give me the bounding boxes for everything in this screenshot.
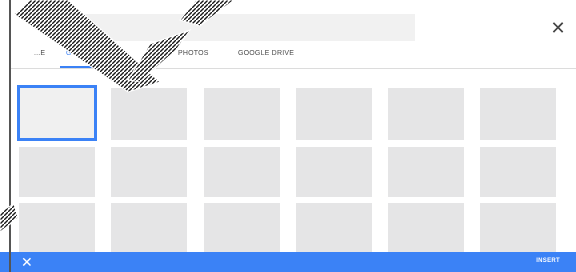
image-tile[interactable] <box>480 147 556 197</box>
image-tile[interactable] <box>19 147 95 197</box>
image-tile[interactable] <box>204 147 280 197</box>
image-tile[interactable] <box>111 147 187 197</box>
image-tile[interactable] <box>296 147 372 197</box>
image-tile-selected[interactable] <box>17 85 97 141</box>
image-tile[interactable] <box>388 147 464 197</box>
left-frame-border <box>9 0 11 272</box>
action-bar: ✕ INSERT <box>0 252 576 272</box>
image-tile[interactable] <box>204 203 280 252</box>
cancel-icon[interactable]: ✕ <box>21 254 33 270</box>
image-tile[interactable] <box>19 203 95 252</box>
image-tile[interactable] <box>480 203 556 252</box>
image-picker-dialog: ✕ ...E GOOGLE... PHOTOS GOOGLE DRIVE ✕ I… <box>0 0 576 272</box>
image-tile[interactable] <box>204 88 280 140</box>
image-tile[interactable] <box>388 88 464 140</box>
image-grid <box>0 0 576 272</box>
image-tile[interactable] <box>296 203 372 252</box>
image-tile[interactable] <box>296 88 372 140</box>
image-tile[interactable] <box>111 203 187 252</box>
image-tile[interactable] <box>388 203 464 252</box>
image-tile[interactable] <box>111 88 187 140</box>
image-tile[interactable] <box>480 88 556 140</box>
insert-button[interactable]: INSERT <box>536 258 560 264</box>
